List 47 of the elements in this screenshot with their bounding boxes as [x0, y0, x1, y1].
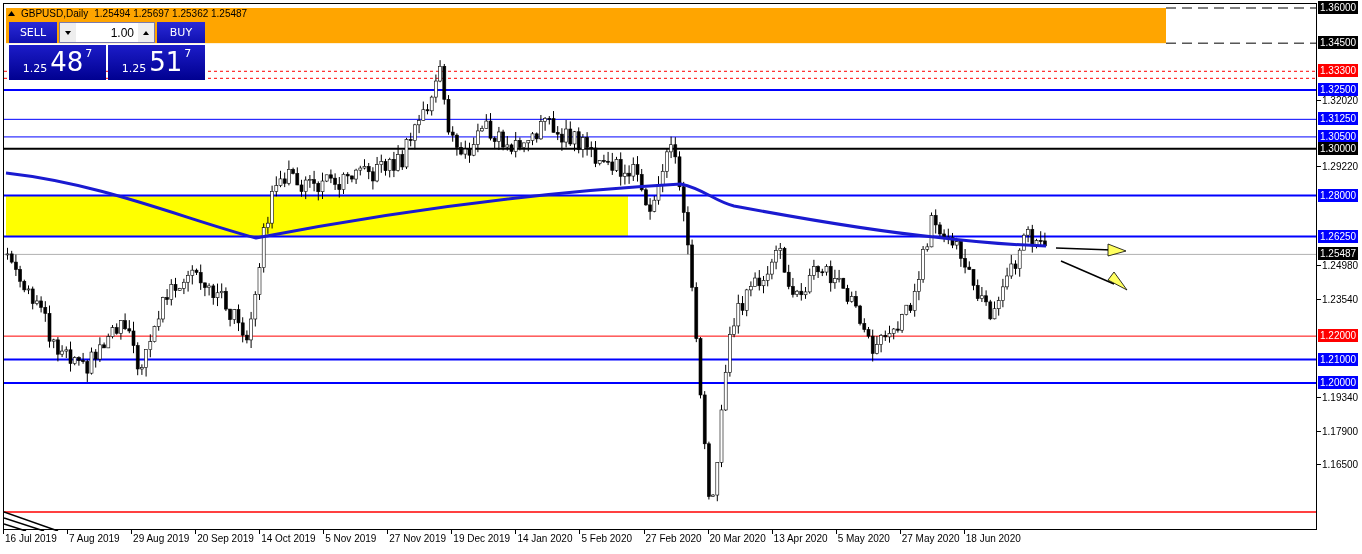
price-level-label: 1.26250: [1318, 229, 1359, 243]
price-level-label: 1.31250: [1318, 112, 1359, 126]
price-level-label: 1.20000: [1318, 376, 1359, 389]
price-level-label: 1.28000: [1318, 188, 1359, 202]
caret-down-icon: [65, 30, 71, 35]
date-label: 5 Nov 2019: [323, 533, 377, 544]
price-tick-label: 1.29220: [1317, 159, 1359, 173]
ohlc-values: 1.25494 1.25697 1.25362 1.25487: [94, 8, 248, 19]
date-label: 27 Nov 2019: [387, 533, 446, 544]
lot-stepper[interactable]: 1.00: [59, 22, 155, 43]
date-label: 14 Jan 2020: [515, 533, 573, 544]
price-tick-label: 1.23540: [1317, 293, 1359, 307]
date-label: 5 Feb 2020: [579, 533, 633, 544]
price-tick-label: 1.32020: [1317, 94, 1359, 108]
date-label: 20 Sep 2019: [195, 533, 254, 544]
date-label: 14 Oct 2019: [259, 533, 316, 544]
date-label: 27 May 2020: [899, 533, 960, 544]
price-tick-label: 1.19340: [1317, 391, 1359, 405]
buy-button[interactable]: BUY: [157, 22, 205, 43]
date-label: 13 Apr 2020: [771, 533, 828, 544]
price-level-label: 1.25487: [1318, 247, 1359, 261]
price-level-label: 1.34500: [1318, 36, 1359, 50]
price-tick-label: 1.24980: [1317, 259, 1359, 273]
date-label: 18 Jun 2020: [963, 533, 1021, 544]
price-level-label: 1.21000: [1318, 352, 1359, 366]
price-level-label: 1.33300: [1318, 64, 1359, 78]
date-label: 29 Aug 2019: [131, 533, 190, 544]
date-label: 16 Jul 2019: [3, 533, 57, 544]
date-label: 5 May 2020: [835, 533, 890, 544]
price-level-label: 1.22000: [1318, 329, 1359, 343]
sell-button[interactable]: SELL: [9, 22, 57, 43]
date-label: 19 Dec 2019: [451, 533, 511, 544]
collapse-icon[interactable]: [8, 11, 15, 16]
date-label: 27 Feb 2020: [643, 533, 702, 544]
date-label: 20 Mar 2020: [707, 533, 766, 544]
caret-up-icon: [143, 30, 149, 35]
increase-button[interactable]: [138, 23, 154, 42]
price-level-label: 1.30500: [1318, 129, 1359, 143]
projection-arrow: [1060, 260, 1128, 291]
price-level-label: 1.36000: [1318, 1, 1359, 14]
projection-arrow: [1055, 243, 1127, 257]
date-label: 7 Aug 2019: [67, 533, 120, 544]
price-tick-label: 1.16500: [1317, 458, 1359, 472]
price-tick-label: 1.17900: [1317, 425, 1359, 439]
price-level-label: 1.32500: [1318, 83, 1359, 97]
decrease-button[interactable]: [60, 23, 76, 42]
symbol-title: GBPUSD,Daily: [21, 8, 89, 19]
